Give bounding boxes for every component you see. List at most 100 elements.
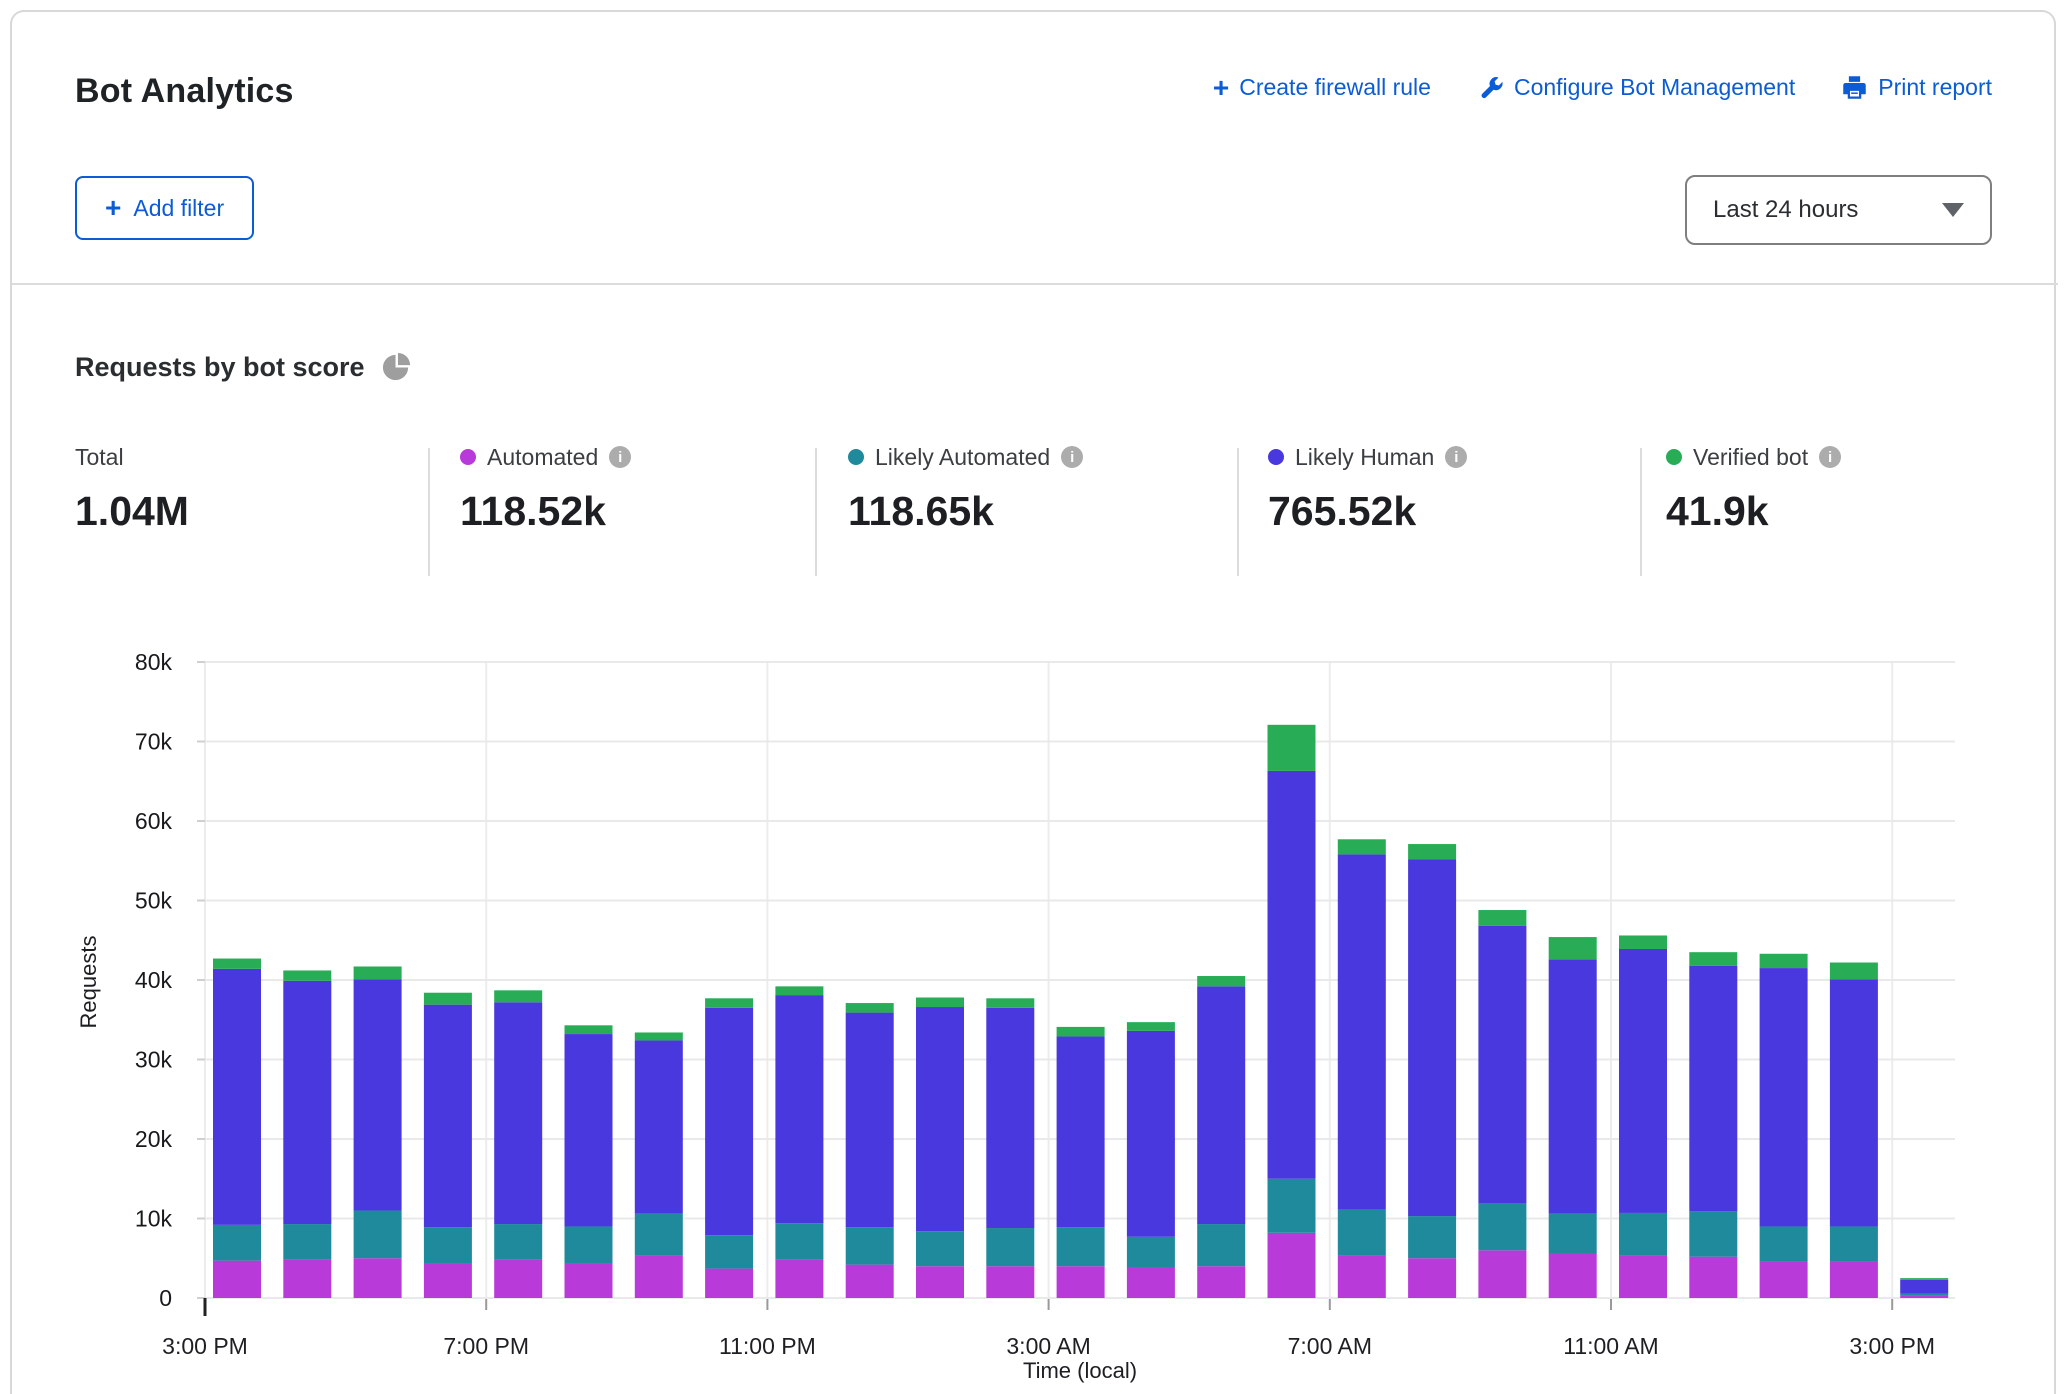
bar-segment (424, 993, 472, 1005)
bar-segment (1900, 1294, 1948, 1296)
stat-verified-bot-label: Verified bot (1693, 444, 1808, 471)
info-icon[interactable]: i (1061, 446, 1083, 468)
stat-total: Total 1.04M (75, 442, 189, 535)
automated-dot (460, 449, 476, 465)
bar-segment (1197, 1266, 1245, 1298)
bar-segment (916, 1231, 964, 1266)
bar-segment (1478, 910, 1526, 926)
bar-segment (283, 1224, 331, 1260)
bar-segment (635, 1040, 683, 1213)
verified-bot-dot (1666, 449, 1682, 465)
bar-segment (1760, 1226, 1808, 1261)
bar-segment (986, 1008, 1034, 1228)
y-axis-title: Requests (76, 936, 101, 1029)
bar-segment (1268, 1179, 1316, 1233)
y-tick-label: 20k (135, 1126, 173, 1152)
stat-likely-automated-label: Likely Automated (875, 444, 1050, 471)
bar-segment (424, 1005, 472, 1228)
add-filter-label: Add filter (133, 195, 224, 222)
y-tick-label: 80k (135, 649, 173, 675)
bar-segment (705, 1269, 753, 1298)
section-title: Requests by bot score (75, 352, 365, 383)
bar-segment (565, 1034, 613, 1226)
bar-segment (494, 1224, 542, 1260)
bar-segment (1057, 1227, 1105, 1266)
bar-segment (1127, 1022, 1175, 1031)
stat-likely-human[interactable]: Likely Human i 765.52k (1268, 442, 1467, 535)
x-tick-label: 7:00 PM (443, 1333, 529, 1359)
bar-segment (494, 1260, 542, 1298)
stat-divider (815, 448, 817, 576)
stat-likely-automated[interactable]: Likely Automated i 118.65k (848, 442, 1083, 535)
configure-bot-management-link[interactable]: Configure Bot Management (1477, 74, 1795, 101)
y-tick-label: 30k (135, 1047, 173, 1073)
create-firewall-rule-link[interactable]: + Create firewall rule (1213, 74, 1431, 101)
bar-segment (1549, 1214, 1597, 1254)
bar-segment (1619, 949, 1667, 1213)
stat-verified-bot[interactable]: Verified bot i 41.9k (1666, 442, 1841, 535)
info-icon[interactable]: i (1819, 446, 1841, 468)
bar-segment (1268, 725, 1316, 771)
bar-segment (1408, 1216, 1456, 1258)
bar-segment (986, 998, 1034, 1008)
x-tick-label: 3:00 AM (1006, 1333, 1090, 1359)
bar-segment (1338, 854, 1386, 1209)
bar-segment (705, 1235, 753, 1268)
bar-segment (1127, 1031, 1175, 1237)
stat-likely-human-value: 765.52k (1268, 488, 1467, 535)
bar-segment (1197, 986, 1245, 1224)
bar-segment (424, 1263, 472, 1298)
print-report-link[interactable]: Print report (1841, 74, 1992, 101)
info-icon[interactable]: i (1445, 446, 1467, 468)
configure-bot-management-label: Configure Bot Management (1514, 74, 1795, 101)
bar-segment (1549, 959, 1597, 1213)
bar-segment (283, 1260, 331, 1298)
bar-segment (775, 995, 823, 1223)
add-filter-button[interactable]: + Add filter (75, 176, 254, 240)
bar-segment (565, 1263, 613, 1298)
y-tick-label: 60k (135, 808, 173, 834)
bar-segment (1619, 935, 1667, 949)
bar-segment (635, 1256, 683, 1298)
bar-segment (354, 1211, 402, 1259)
printer-icon (1841, 74, 1868, 101)
bar-segment (565, 1226, 613, 1263)
y-tick-label: 10k (135, 1206, 173, 1232)
bar-segment (1057, 1266, 1105, 1298)
stat-total-label: Total (75, 444, 124, 471)
bar-segment (1057, 1027, 1105, 1037)
bar-segment (354, 979, 402, 1210)
time-range-select[interactable]: Last 24 hours (1685, 175, 1992, 245)
bar-segment (1830, 1226, 1878, 1261)
bar-segment (1338, 1210, 1386, 1255)
bar-segment (916, 1266, 964, 1298)
x-tick-label: 11:00 AM (1563, 1333, 1658, 1359)
requests-by-bot-score-chart[interactable]: 3:00 PM7:00 PM11:00 PM3:00 AM7:00 AM11:0… (0, 620, 2070, 1394)
bar-segment (1619, 1213, 1667, 1256)
plus-icon: + (1213, 78, 1229, 98)
bar-segment (986, 1266, 1034, 1298)
bar-segment (213, 969, 261, 1225)
bar-segment (1830, 963, 1878, 980)
stat-verified-bot-value: 41.9k (1666, 488, 1841, 535)
header-actions: + Create firewall rule Configure Bot Man… (1213, 74, 1992, 101)
bar-segment (635, 1214, 683, 1256)
bar-segment (1689, 1257, 1737, 1298)
bar-segment (494, 1002, 542, 1224)
info-icon[interactable]: i (609, 446, 631, 468)
bar-segment (635, 1032, 683, 1040)
y-tick-label: 0 (159, 1285, 172, 1311)
bar-segment (1689, 952, 1737, 966)
bar-segment (1478, 1250, 1526, 1298)
chevron-down-icon (1942, 203, 1964, 217)
stat-automated-label: Automated (487, 444, 598, 471)
bar-segment (1478, 926, 1526, 1203)
stat-automated[interactable]: Automated i 118.52k (460, 442, 631, 535)
bar-segment (1689, 966, 1737, 1212)
bar-segment (1830, 1261, 1878, 1298)
likely-human-dot (1268, 449, 1284, 465)
bar-segment (1549, 1253, 1597, 1298)
bar-segment (424, 1227, 472, 1263)
bar-segment (1197, 1224, 1245, 1266)
bar-segment (1338, 839, 1386, 854)
